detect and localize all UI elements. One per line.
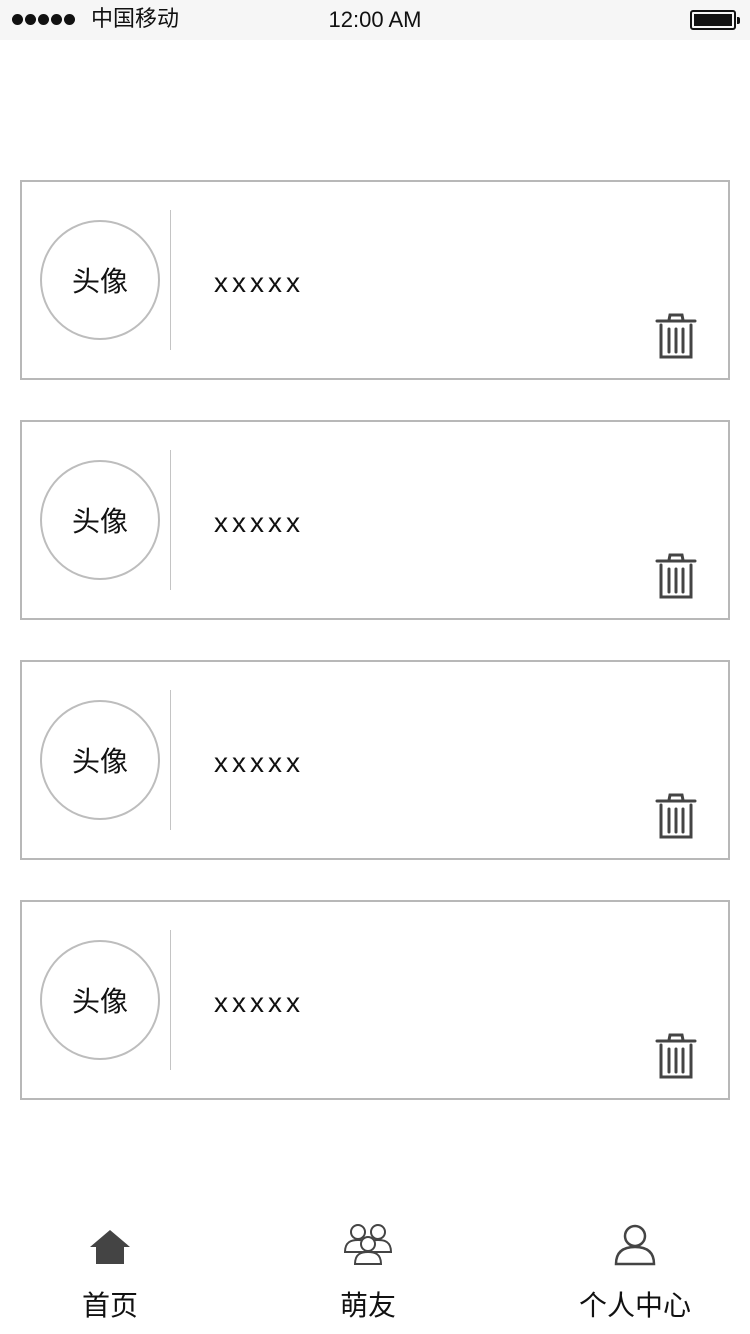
friends-icon [343,1224,393,1265]
friend-card[interactable]: 头像 xxxxx [20,900,730,1100]
trash-icon[interactable] [654,552,698,600]
friend-name: xxxxx [214,267,304,298]
friend-card[interactable]: 头像 xxxxx [20,420,730,620]
status-time: 12:00 AM [328,7,422,32]
avatar[interactable]: 头像 [40,700,160,820]
divider [170,690,171,830]
tab-home-label: 首页 [81,1289,138,1322]
divider [170,210,171,350]
tab-profile-label: 个人中心 [578,1289,691,1322]
battery-icon [690,10,740,30]
user-icon [614,1224,656,1266]
avatar[interactable]: 头像 [40,220,160,340]
tab-friends[interactable]: 萌友 [278,1220,458,1324]
avatar-label: 头像 [71,985,128,1018]
avatar[interactable]: 头像 [40,940,160,1060]
divider [170,930,171,1070]
friend-name: xxxxx [214,507,304,538]
avatar[interactable]: 头像 [40,460,160,580]
trash-icon[interactable] [654,1032,698,1080]
status-bar: 中国移动 12:00 AM [0,0,750,40]
friend-card[interactable]: 头像 xxxxx [20,660,730,860]
tab-home[interactable]: 首页 [20,1220,200,1324]
trash-icon[interactable] [654,312,698,360]
friend-name: xxxxx [214,747,304,778]
trash-icon[interactable] [654,792,698,840]
avatar-label: 头像 [71,505,128,538]
divider [170,450,171,590]
friend-card[interactable]: 头像 xxxxx [20,180,730,380]
avatar-label: 头像 [71,745,128,778]
tab-friends-label: 萌友 [339,1289,396,1322]
avatar-label: 头像 [71,265,128,298]
home-icon [90,1230,130,1264]
friend-name: xxxxx [214,987,304,1018]
tab-profile[interactable]: 个人中心 [545,1220,725,1324]
